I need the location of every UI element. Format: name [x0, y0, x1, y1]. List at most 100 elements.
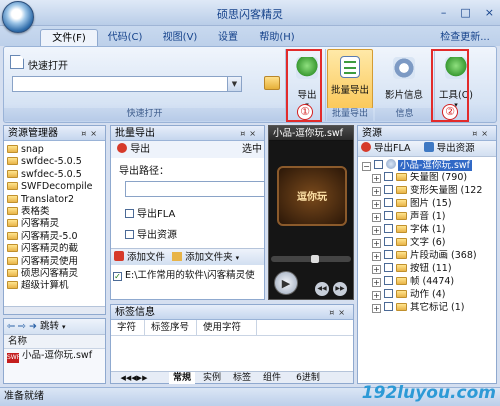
column-header[interactable]: 字符: [111, 320, 145, 335]
export-resources-button[interactable]: 导出资源: [437, 143, 475, 154]
movie-info-button[interactable]: 影片信息: [377, 57, 431, 101]
tab-file[interactable]: 文件(F): [40, 29, 98, 46]
minimize-button[interactable]: –: [441, 6, 447, 19]
add-folder-button[interactable]: 添加文件夹: [185, 252, 233, 263]
pin-close-icons[interactable]: ¤×: [329, 305, 349, 320]
maximize-button[interactable]: □: [460, 6, 470, 19]
batch-export-button[interactable]: 批量导出: [327, 49, 373, 109]
resource-item[interactable]: + 其它标记 (1): [372, 302, 496, 315]
resource-item[interactable]: + 按钮 (11): [372, 263, 496, 276]
tab-settings[interactable]: 设置: [210, 29, 246, 46]
resource-tree: − 小品-逗你玩.swf + 矢量图 (790) + 变形矢量图 (122 + 图片 (…: [358, 157, 496, 315]
list-header[interactable]: 名称: [4, 335, 105, 349]
resources-header: 资源 ¤×: [358, 126, 496, 141]
resource-root[interactable]: − 小品-逗你玩.swf: [362, 159, 496, 172]
tree-item[interactable]: 硕思闪客精灵: [7, 268, 105, 280]
resource-item[interactable]: + 文字 (6): [372, 237, 496, 250]
folder-icon: [7, 206, 18, 215]
pin-close-icons[interactable]: ¤×: [81, 126, 101, 141]
folder-icon: [396, 290, 407, 298]
chevron-down-icon[interactable]: ▼: [227, 77, 241, 91]
h-scrollbar[interactable]: [4, 306, 105, 314]
batch-export-run-button[interactable]: 导出: [130, 144, 150, 155]
tree-item[interactable]: swfdec-5.0.5: [7, 169, 105, 181]
play-icon[interactable]: ▶: [274, 271, 298, 295]
batch-file-row[interactable]: ✓ E:\工作常用的软件\闪客精灵使: [113, 269, 263, 283]
tree-item[interactable]: snap: [7, 144, 105, 156]
tree-item[interactable]: 闪客精灵: [7, 218, 105, 230]
chevron-down-icon[interactable]: ▾: [236, 254, 240, 262]
file-list-panel: ⇦ ⇨ ➜ 跳转 ▾ 名称 SWF 小品-逗你玩.swf: [3, 318, 106, 384]
root-checkbox[interactable]: [374, 160, 383, 169]
tree-item[interactable]: 闪客精灵使用: [7, 256, 105, 268]
swf-root-icon: [386, 159, 396, 169]
add-file-button[interactable]: 添加文件: [127, 252, 165, 263]
folder-icon: [7, 268, 18, 277]
ribbon-tabs: 文件(F) 代码(C) 视图(V) 设置 帮助(H) 检查更新...: [0, 26, 500, 46]
rewind-icon[interactable]: ◀◀: [315, 282, 329, 296]
open-folder-icon[interactable]: [264, 76, 280, 90]
batch-file-checkbox[interactable]: ✓: [113, 272, 122, 281]
quick-open-label: 快速打开: [28, 61, 68, 72]
resource-item[interactable]: + 动作 (4): [372, 289, 496, 302]
tab-tags[interactable]: 标签: [229, 372, 255, 384]
resource-item[interactable]: + 矢量图 (790): [372, 172, 496, 185]
tab-code[interactable]: 代码(C): [100, 29, 150, 46]
resource-item[interactable]: + 图片 (15): [372, 198, 496, 211]
seek-bar[interactable]: [271, 255, 351, 263]
resource-item[interactable]: + 片段动画 (368): [372, 250, 496, 263]
pin-close-icons[interactable]: ¤×: [472, 126, 492, 141]
chevron-down-icon[interactable]: ▾: [62, 323, 66, 331]
tree-item[interactable]: swfdec-5.0.5: [7, 156, 105, 168]
folder-icon: [7, 194, 18, 203]
export-fla-icon: [361, 142, 371, 152]
tag-info-panel: 标签信息 ¤× 字符 标签序号 使用字符 ◀◀◀▶▶ 常規 实例 标签 组件 6…: [110, 304, 354, 384]
tree-item[interactable]: 表格类: [7, 206, 105, 218]
close-button[interactable]: ×: [485, 6, 494, 19]
export-fla-option[interactable]: 导出FLA: [111, 197, 264, 220]
tab-components[interactable]: 组件: [259, 372, 285, 384]
export-path-input[interactable]: [125, 181, 265, 197]
fast-forward-icon[interactable]: ▶▶: [333, 282, 347, 296]
resource-item[interactable]: + 声音 (1): [372, 211, 496, 224]
quick-open-combo[interactable]: ▼: [12, 76, 242, 92]
expand-icon: +: [372, 239, 381, 248]
export-fla-checkbox[interactable]: [125, 209, 134, 218]
jump-button[interactable]: 跳转: [40, 321, 59, 332]
tab-instance[interactable]: 实例: [199, 372, 225, 384]
item-checkbox: [384, 237, 393, 246]
list-item[interactable]: SWF 小品-逗你玩.swf: [4, 349, 105, 363]
seek-thumb[interactable]: [311, 255, 319, 263]
resource-item[interactable]: + 字体 (1): [372, 224, 496, 237]
tree-item[interactable]: Translator2: [7, 194, 105, 206]
tab-nav-arrows[interactable]: ◀◀◀▶▶: [115, 372, 153, 384]
back-icon[interactable]: ⇦: [7, 321, 15, 332]
tab-view[interactable]: 视图(V): [155, 29, 205, 46]
tree-item[interactable]: SWFDecompile: [7, 181, 105, 193]
export-resources-option[interactable]: 导出资源: [111, 220, 264, 241]
resource-item[interactable]: + 变形矢量图 (122: [372, 185, 496, 198]
check-update-link[interactable]: 检查更新...: [432, 29, 498, 46]
bottom-tab-strip: ◀◀◀▶▶ 常規 实例 标签 组件 6进制: [111, 371, 353, 384]
tree-item[interactable]: 闪客精灵-5.0: [7, 231, 105, 243]
pin-close-icons[interactable]: ¤×: [240, 126, 260, 141]
export-resources-checkbox[interactable]: [125, 230, 134, 239]
tab-general[interactable]: 常規: [169, 372, 195, 384]
tree-item[interactable]: 闪客精灵的截: [7, 243, 105, 255]
tree-item[interactable]: 超级计算机: [7, 280, 105, 292]
folder-icon: [7, 256, 18, 265]
collapse-icon[interactable]: −: [362, 162, 371, 171]
export-fla-button[interactable]: 导出FLA: [374, 143, 410, 154]
tab-help[interactable]: 帮助(H): [252, 29, 302, 46]
resource-item[interactable]: + 帧 (4474): [372, 276, 496, 289]
ribbon: 快速打开 ▼ 快速打开 导出 ▾ 批量导出: [3, 46, 497, 123]
column-header[interactable]: 使用字符: [197, 320, 257, 335]
forward-icon[interactable]: ⇨: [18, 321, 26, 332]
item-checkbox: [384, 211, 393, 220]
resources-panel: 资源 ¤× 导出FLA 导出资源 − 小品-逗你玩.swf + 矢量图 (790) …: [357, 125, 497, 384]
quick-open-group-label: 快速打开: [4, 108, 285, 121]
select-all-button[interactable]: 选中: [242, 141, 262, 158]
column-header[interactable]: 标签序号: [145, 320, 197, 335]
app-menu-orb-icon[interactable]: [2, 1, 34, 33]
folder-icon: [7, 219, 18, 228]
